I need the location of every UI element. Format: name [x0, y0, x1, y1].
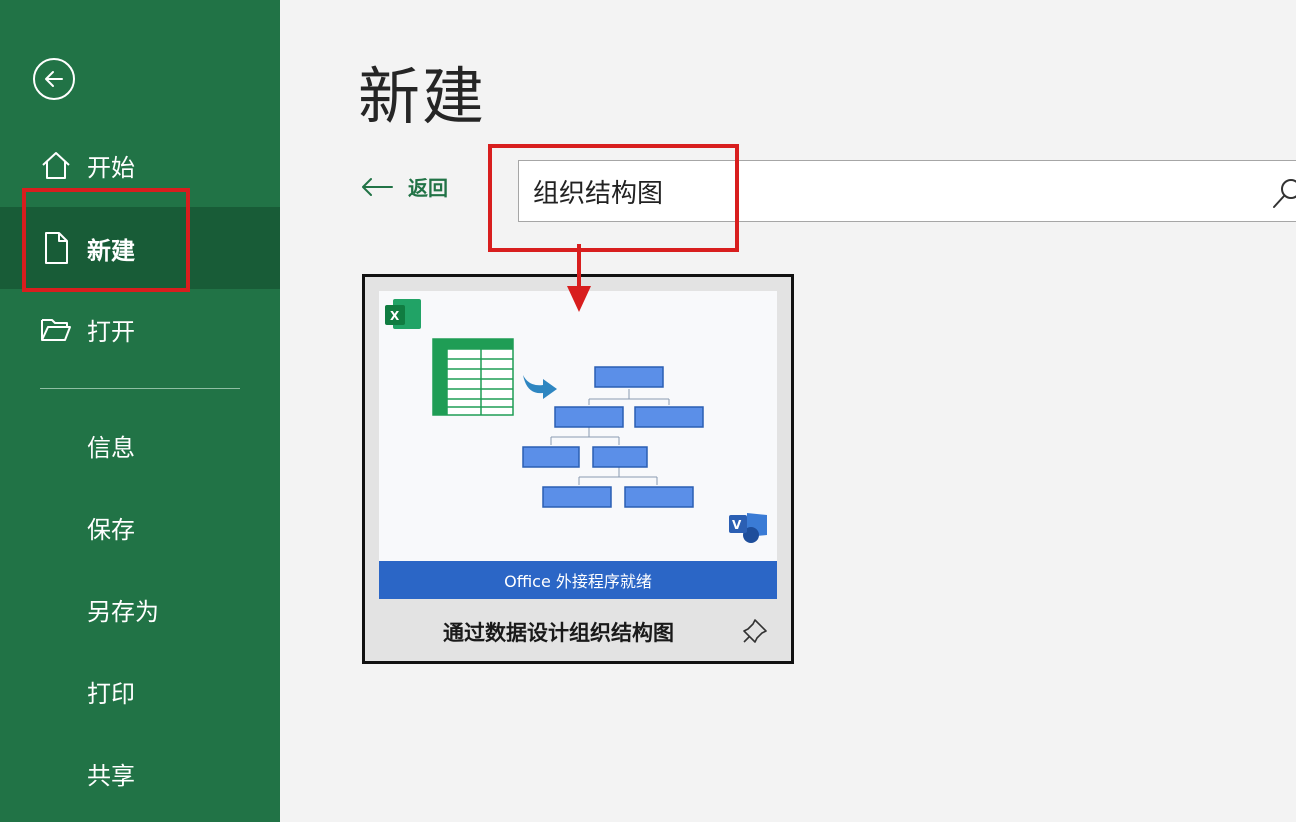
sidebar-item-save[interactable]: 保存	[87, 510, 135, 545]
sidebar-item-share[interactable]: 共享	[87, 756, 135, 791]
sidebar-item-label: 开始	[87, 153, 135, 182]
sidebar-item-print[interactable]: 打印	[87, 674, 135, 709]
annotation-box-new	[22, 188, 190, 292]
template-card[interactable]: X V Office 外接程序就绪 通过数据设计组织结构图	[362, 274, 794, 664]
annotation-box-search	[488, 144, 739, 252]
left-arrow-icon	[362, 177, 393, 196]
folder-open-icon	[38, 311, 74, 347]
template-title: 通过数据设计组织结构图	[443, 621, 674, 645]
home-icon	[38, 147, 74, 183]
excel-logo-icon: X	[385, 299, 421, 329]
flow-arrow-icon	[523, 375, 557, 399]
sidebar-divider	[40, 388, 240, 389]
sidebar: 开始 新建 打开 信息 保存 另存为 打印 共享	[0, 0, 280, 822]
search-icon[interactable]	[1271, 176, 1296, 214]
sidebar-item-save-as[interactable]: 另存为	[87, 592, 159, 627]
pin-icon[interactable]	[741, 617, 769, 649]
page-title: 新建	[358, 60, 487, 133]
svg-text:V: V	[732, 518, 742, 532]
annotation-arrow-icon	[567, 244, 591, 312]
sidebar-item-open[interactable]: 打开	[0, 288, 280, 370]
back-link[interactable]: 返回	[360, 172, 448, 201]
sidebar-item-label: 打开	[87, 317, 135, 346]
svg-text:X: X	[390, 309, 400, 323]
template-thumbnail: X V Office 外接程序就绪	[379, 291, 777, 599]
back-link-label: 返回	[408, 176, 448, 200]
visio-logo-icon: V	[729, 513, 767, 543]
template-banner: Office 外接程序就绪	[379, 561, 777, 599]
back-arrow-circle-icon[interactable]	[33, 58, 75, 100]
sidebar-item-info[interactable]: 信息	[87, 428, 135, 463]
